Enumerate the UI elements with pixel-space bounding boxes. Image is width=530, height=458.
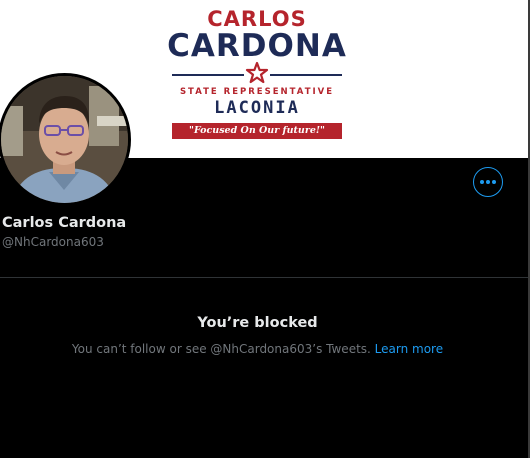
blocked-message: You can’t follow or see @NhCardona603’s … [71,342,371,356]
more-options-button[interactable] [473,167,503,197]
logo-rule-left [172,74,244,76]
campaign-logo: CARLOS CARDONA STATE REPRESENTATIVE LACO… [166,8,348,139]
logo-rule-right [270,74,342,76]
logo-last-name: CARDONA [167,28,347,64]
logo-divider [166,61,348,86]
star-icon [245,61,269,84]
avatar[interactable] [0,73,131,206]
more-horizontal-icon [480,180,484,184]
blocked-title: You’re blocked [197,315,318,331]
section-divider [0,277,530,278]
logo-office: STATE REPRESENTATIVE [179,87,335,97]
logo-first-name: CARLOS [207,7,307,31]
more-horizontal-icon-dot [486,180,490,184]
learn-more-link[interactable]: Learn more [375,342,443,356]
display-name: Carlos Cardona [2,215,127,231]
logo-town: LACONIA [214,98,300,118]
logo-slogan: "Focused On Our future!" [172,123,342,139]
avatar-photo [1,76,128,203]
more-horizontal-icon-dot [492,180,496,184]
user-handle: @NhCardona603 [2,235,104,249]
blocked-message-line: You can’t follow or see @NhCardona603’s … [0,341,515,357]
